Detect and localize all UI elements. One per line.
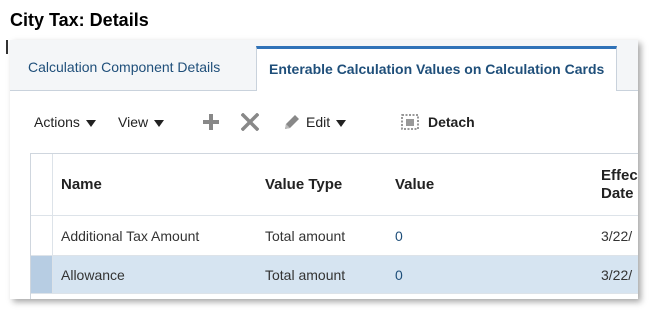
cell-value-type: Total amount [265,227,346,244]
view-menu-label: View [118,114,149,130]
x-icon[interactable] [241,113,259,131]
toolbar: Actions View Edit Detach [34,109,634,135]
plus-icon[interactable] [202,113,220,131]
edit-menu-label: Edit [306,114,331,130]
cell-value-type: Total amount [265,266,346,283]
detach-icon[interactable] [400,112,420,132]
column-header-value[interactable]: Value [395,154,434,215]
values-table: Name Value Type Value Effec Date Additio… [30,153,638,299]
cell-name: Allowance [61,266,125,283]
chevron-down-icon [336,119,347,127]
column-header-value-type[interactable]: Value Type [265,154,342,215]
cell-effective-date: 3/22/ [601,266,633,283]
tab-calculation-component-details[interactable]: Calculation Component Details [16,46,232,89]
row-header-cell [31,154,53,215]
cell-effective-date: 3/22/ [601,227,633,244]
table-row-selected[interactable]: Allowance Total amount 0 3/22/ [31,256,638,294]
edit-menu[interactable]: Edit [306,109,347,135]
row-header-cell[interactable] [31,216,53,255]
column-header-name[interactable]: Name [61,154,102,215]
page-title: City Tax: Details [10,10,149,30]
column-header-effective-date[interactable]: Effec Date [601,154,638,215]
view-menu[interactable]: View [118,109,165,135]
row-header-cell[interactable] [31,256,53,293]
pencil-icon[interactable] [282,112,302,132]
column-header-effective-date-line2: Date [601,184,634,202]
chevron-down-icon [154,119,165,127]
table-header-row: Name Value Type Value Effec Date [31,154,638,216]
details-panel: Calculation Component Details Enterable … [10,40,638,299]
cell-name: Additional Tax Amount [61,227,200,244]
panel-edge-marker [6,40,8,54]
cell-value: 0 [395,266,403,283]
tab-enterable-calculation-values[interactable]: Enterable Calculation Values on Calculat… [256,46,618,91]
actions-menu-label: Actions [34,114,80,130]
column-header-effective-date-line1: Effec [601,166,638,184]
table-row[interactable]: Additional Tax Amount Total amount 0 3/2… [31,216,638,256]
actions-menu[interactable]: Actions [34,109,96,135]
detach-button[interactable]: Detach [428,109,475,135]
chevron-down-icon [85,119,96,127]
tab-content: Actions View Edit Detach Name Value Type… [10,91,638,299]
cell-value: 0 [395,227,403,244]
tab-bar: Calculation Component Details Enterable … [10,40,638,91]
